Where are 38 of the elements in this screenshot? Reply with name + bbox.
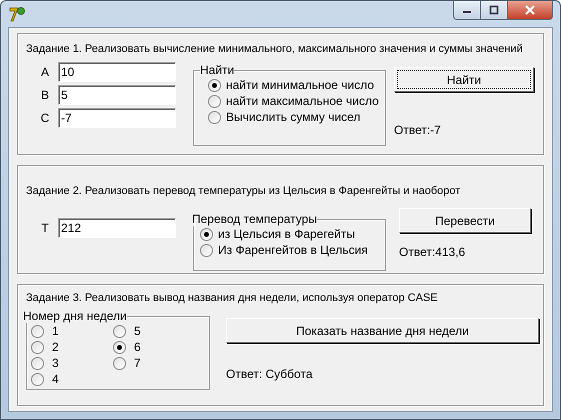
answer-text: Ответ: Суббота bbox=[226, 367, 314, 381]
radio-option[interactable]: 7 bbox=[113, 355, 195, 371]
radio-option[interactable]: 3 bbox=[31, 355, 113, 371]
maximize-button[interactable] bbox=[481, 1, 508, 20]
field-label: C bbox=[40, 111, 50, 125]
radio-option[interactable]: Вычислить сумму чисел bbox=[208, 109, 379, 125]
group-title: Найти bbox=[200, 64, 234, 77]
field-label: B bbox=[40, 88, 50, 102]
task-heading: Задание 3. Реализовать вывод названия дня недели, используя оператор CASE bbox=[26, 291, 438, 306]
show-day-button[interactable]: Показать название дня недели bbox=[226, 318, 539, 343]
radio-option[interactable]: 2 bbox=[31, 339, 113, 355]
input-field[interactable]: 10 bbox=[58, 62, 176, 82]
answer-text: Ответ:413,6 bbox=[399, 245, 466, 259]
input-field[interactable]: -7 bbox=[58, 108, 176, 128]
maximize-icon bbox=[489, 5, 499, 15]
task-heading: Задание 1. Реализовать вычисление минимального, максимального значения и суммы значений bbox=[26, 42, 523, 57]
field-label: A bbox=[40, 65, 50, 79]
close-icon bbox=[524, 5, 536, 15]
input-field[interactable]: 5 bbox=[58, 85, 176, 105]
radio-option[interactable]: 4 bbox=[31, 371, 113, 387]
radio-option[interactable]: 5 bbox=[113, 323, 195, 339]
task-heading: Задание 2. Реализовать перевод температуры из Цельсия в Фаренгейты и наоборот bbox=[26, 184, 460, 199]
convert-button[interactable]: Перевести bbox=[399, 208, 531, 233]
radio-option[interactable]: Из Фаренгейтов в Цельсия bbox=[200, 242, 379, 258]
answer-text: Ответ:-7 bbox=[394, 123, 442, 137]
minimize-button[interactable] bbox=[453, 1, 481, 20]
radio-option[interactable]: найти минимальное число bbox=[208, 77, 379, 93]
field-label: T bbox=[40, 221, 50, 235]
group-title: Перевод температуры bbox=[192, 213, 317, 226]
radio-option[interactable]: 6 bbox=[113, 339, 195, 355]
find-button[interactable]: Найти bbox=[394, 67, 534, 92]
group-title: Номер дня недели bbox=[23, 310, 127, 323]
close-button[interactable] bbox=[508, 1, 553, 20]
input-field[interactable]: 212 bbox=[58, 218, 176, 238]
radio-option[interactable]: 1 bbox=[31, 323, 113, 339]
radio-option[interactable]: из Цельсия в Фарегейты bbox=[200, 226, 379, 242]
app-icon bbox=[8, 5, 26, 23]
radio-option[interactable]: найти максимальное число bbox=[208, 93, 379, 109]
